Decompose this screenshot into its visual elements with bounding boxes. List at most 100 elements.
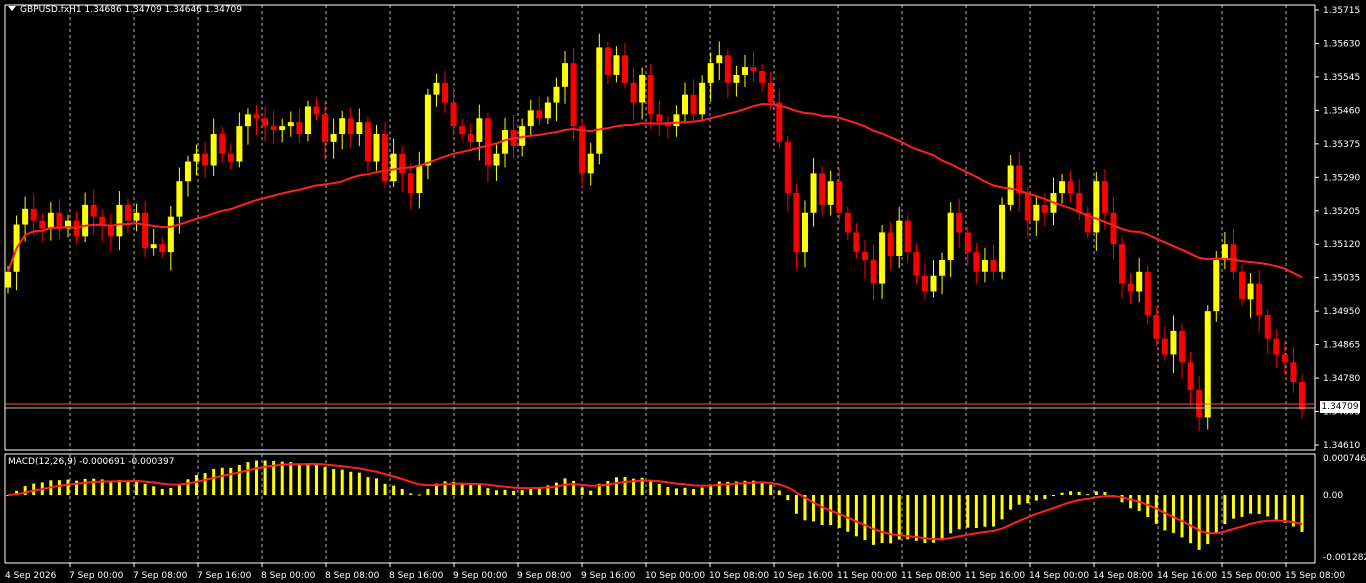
macd-histogram-bar [1257, 495, 1261, 515]
macd-histogram-bar [306, 463, 310, 495]
y-tick-label: 1.35715 [1323, 6, 1360, 16]
candle-body [947, 212, 954, 260]
candle-body [347, 118, 354, 135]
macd-histogram-bar [1069, 491, 1073, 495]
candle-body [99, 216, 106, 225]
candle-body [887, 232, 894, 257]
candle-body [964, 232, 971, 253]
candle-body [313, 106, 320, 115]
candle-body [193, 153, 200, 162]
macd-histogram-bar [1231, 495, 1235, 519]
candle-body [570, 63, 577, 127]
macd-histogram-bar [580, 487, 584, 495]
candle-body [1299, 382, 1305, 410]
candle-body [304, 106, 311, 135]
candle-body [579, 126, 586, 174]
x-tick-label: 9 Sep 16:00 [581, 571, 636, 581]
macd-histogram-bar [991, 495, 995, 527]
macd-histogram-bar [315, 463, 319, 495]
candle-body [244, 114, 251, 127]
macd-histogram-bar [280, 461, 284, 495]
macd-histogram-bar [657, 483, 661, 495]
dropdown-triangle-icon[interactable] [8, 6, 16, 11]
candle-body [1273, 338, 1280, 355]
y-tick-label: 1.34950 [1323, 307, 1360, 317]
macd-histogram-bar [1249, 495, 1253, 514]
candle-body [287, 122, 294, 127]
candle-body [150, 244, 157, 249]
candle-body [1093, 181, 1100, 233]
macd-histogram-bar [1197, 495, 1201, 550]
candle-body [1230, 244, 1237, 272]
candle-body [22, 208, 29, 225]
candle-body [1067, 181, 1074, 194]
macd-histogram-bar [606, 481, 610, 495]
candle-body [262, 118, 269, 127]
candle-body [270, 126, 277, 131]
macd-histogram-bar [666, 486, 670, 495]
symbol-quote-text: GBPUSD.fxH1 1.34686 1.34709 1.34646 1.34… [20, 5, 242, 15]
macd-histogram-bar [700, 487, 704, 495]
macd-histogram-bar [1000, 495, 1004, 520]
macd-histogram-bar [760, 481, 764, 495]
macd-histogram-bar [1240, 495, 1244, 517]
candle-body [1281, 354, 1288, 363]
macd-histogram-bar [66, 479, 70, 495]
x-tick-label: 8 Sep 08:00 [325, 571, 380, 581]
macd-histogram-bar [349, 471, 353, 495]
macd-histogram-bar [152, 486, 156, 495]
macd-histogram-bar [520, 490, 524, 495]
x-tick-label: 7 Sep 16:00 [197, 571, 252, 581]
candle-body [896, 220, 903, 257]
macd-histogram-bar [1171, 495, 1175, 533]
x-tick-label: 14 Sep 00:00 [1029, 571, 1089, 581]
macd-signal-line [7, 462, 1303, 541]
macd-histogram-bar [949, 495, 953, 534]
macd-label: MACD(12,26,9) -0.000691 -0.000397 [8, 457, 175, 467]
candle-body [364, 122, 371, 162]
x-tick-label: 15 Sep 08:00 [1285, 571, 1345, 581]
macd-histogram-bar [1051, 495, 1055, 497]
candle-body [562, 63, 569, 87]
macd-histogram-bar [983, 495, 987, 527]
x-tick-label: 15 Sep 00:00 [1221, 571, 1281, 581]
macd-histogram-bar [297, 463, 301, 495]
macd-histogram-bar [143, 483, 147, 495]
macd-histogram-bar [1180, 495, 1184, 538]
macd-histogram-bar [409, 493, 413, 495]
symbol-label: GBPUSD.fxH1 1.34686 1.34709 1.34646 1.34… [8, 5, 242, 15]
candle-body [1170, 330, 1177, 355]
candle-body [793, 193, 800, 253]
y-tick-label: 1.34780 [1323, 374, 1360, 384]
candle-body [956, 212, 963, 233]
x-tick-label: 11 Sep 16:00 [965, 571, 1025, 581]
macd-histogram-bar [863, 495, 867, 541]
macd-axis-label: 0.000746 [1323, 454, 1366, 464]
candlestick-chart[interactable]: 1.35715 1.35630 1.35545 1.35460 1.35375 1.352… [0, 0, 1366, 583]
macd-histogram-bar [512, 490, 516, 495]
macd-histogram-bar [923, 495, 927, 543]
candle-body [673, 114, 680, 127]
candle-body [1076, 193, 1083, 213]
macd-histogram-bar [717, 481, 721, 495]
macd-axis-label: -0.001282 [1323, 553, 1366, 563]
candle-body [724, 55, 731, 83]
macd-histogram-bar [332, 469, 336, 495]
macd-histogram-bar [203, 473, 207, 495]
candle-body [999, 204, 1006, 272]
candle-body [1136, 271, 1143, 292]
macd-histogram-bar [854, 495, 858, 537]
macd-histogram-bar [674, 488, 678, 495]
candle-body [647, 74, 654, 115]
candle-body [1024, 193, 1031, 221]
candle-body [227, 153, 234, 162]
macd-histogram-bar [837, 495, 841, 529]
candle-body [913, 252, 920, 276]
candle-body [1007, 165, 1014, 205]
candle-body [784, 141, 791, 194]
candle-body [116, 204, 123, 237]
x-tick-label: 8 Sep 16:00 [389, 571, 444, 581]
candle-body [613, 55, 620, 75]
candle-body [656, 114, 663, 123]
candle-body [699, 82, 706, 115]
